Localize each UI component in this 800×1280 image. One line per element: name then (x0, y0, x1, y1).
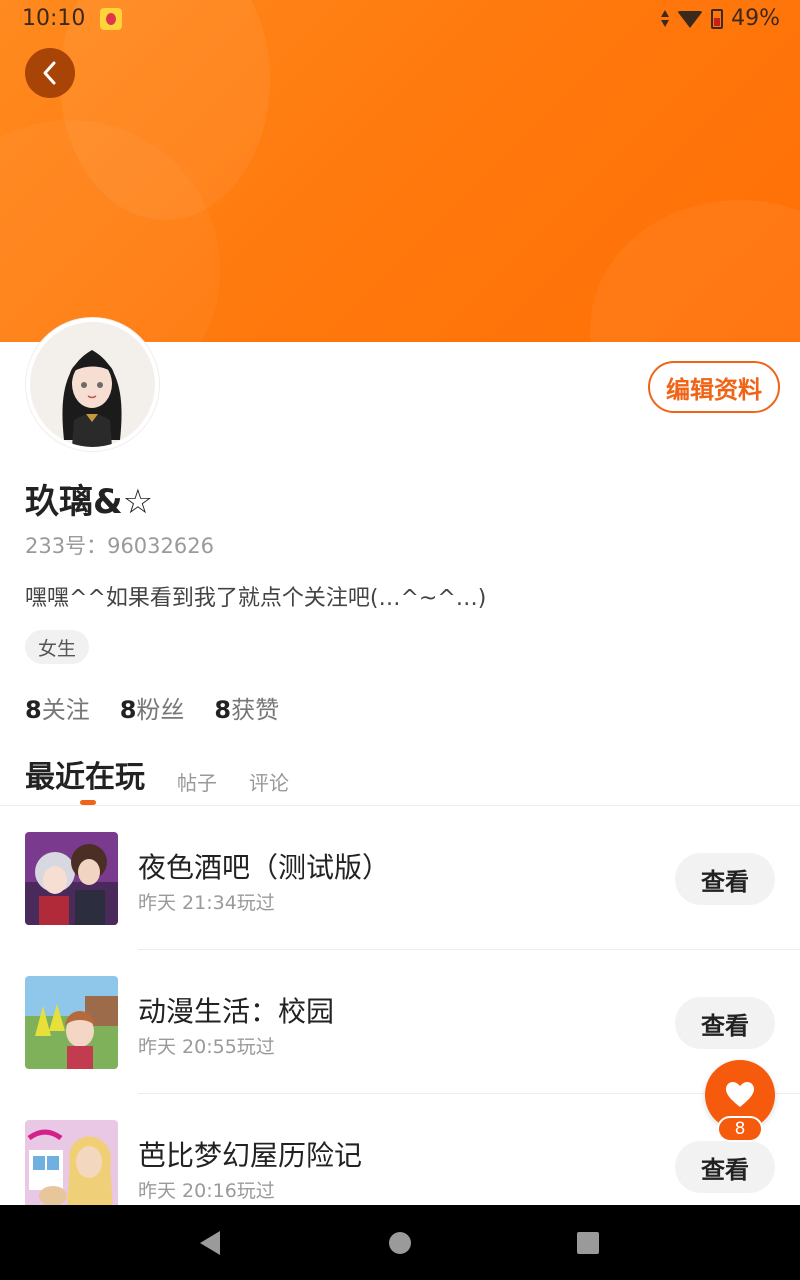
heart-icon (726, 1082, 754, 1107)
game-title: 动漫生活：校园 (138, 995, 335, 1028)
stat-following[interactable]: 8关注 (25, 690, 90, 725)
game-thumbnail (25, 1120, 118, 1213)
stat-label: 粉丝 (136, 696, 185, 724)
app-notification-icon (100, 8, 122, 30)
gender-tag: 女生 (25, 630, 90, 664)
game-title: 夜色酒吧（测试版） (138, 851, 391, 884)
bio: 嘿嘿^^如果看到我了就点个关注吧(…^~^…) (25, 586, 487, 611)
nav-home-icon[interactable] (389, 1232, 411, 1254)
status-indicators: 49% (659, 6, 780, 31)
stat-label: 获赞 (231, 696, 280, 724)
stat-likes[interactable]: 8获赞 (214, 690, 279, 725)
back-button[interactable] (25, 48, 75, 98)
username: 玖璃&☆ (25, 482, 154, 522)
system-nav-bar (0, 1205, 800, 1280)
profile-banner (0, 0, 800, 342)
stat-value: 8 (119, 696, 137, 724)
game-last-played: 昨天 20:16玩过 (138, 1180, 275, 1202)
game-title: 芭比梦幻屋历险记 (138, 1139, 363, 1172)
nav-back-icon[interactable] (200, 1231, 220, 1255)
edit-profile-button[interactable]: 编辑资料 (648, 361, 780, 413)
avatar[interactable] (26, 318, 159, 451)
profile-tabs: 最近在玩 帖子 评论 (25, 752, 289, 800)
stat-followers[interactable]: 8粉丝 (120, 690, 185, 725)
game-thumbnail (25, 976, 118, 1069)
battery-icon (711, 8, 724, 29)
game-last-played: 昨天 20:55玩过 (138, 1036, 275, 1058)
list-item[interactable]: 动漫生活：校园 昨天 20:55玩过 查看 (0, 950, 800, 1094)
banner-decoration (590, 200, 800, 342)
nav-recents-icon[interactable] (577, 1232, 599, 1254)
stat-value: 8 (214, 696, 232, 724)
view-button[interactable]: 查看 (675, 997, 775, 1049)
wifi-icon (677, 9, 704, 29)
game-last-played: 昨天 21:34玩过 (138, 892, 275, 914)
chevron-left-icon (43, 61, 56, 85)
tab-posts[interactable]: 帖子 (177, 767, 217, 800)
tab-recent-games[interactable]: 最近在玩 (25, 752, 145, 800)
recent-games-list: 夜色酒吧（测试版） 昨天 21:34玩过 查看 动漫生活：校园 昨天 20:55… (0, 806, 800, 1238)
status-bar: 10:10 49% (0, 0, 800, 40)
user-id: 233号：96032626 (25, 534, 214, 558)
view-button[interactable]: 查看 (675, 853, 775, 905)
stat-value: 8 (25, 696, 42, 724)
game-thumbnail (25, 832, 118, 925)
status-time: 10:10 (22, 6, 86, 31)
profile-stats: 8关注 8粉丝 8获赞 (25, 690, 279, 725)
list-item[interactable]: 夜色酒吧（测试版） 昨天 21:34玩过 查看 (0, 806, 800, 950)
view-button[interactable]: 查看 (675, 1141, 775, 1193)
avatar-image (30, 322, 155, 447)
tab-comments[interactable]: 评论 (249, 767, 289, 800)
stat-label: 关注 (41, 696, 90, 724)
battery-percent: 49% (731, 6, 780, 31)
like-count-badge: 8 (717, 1116, 763, 1142)
data-transfer-icon (659, 9, 670, 28)
